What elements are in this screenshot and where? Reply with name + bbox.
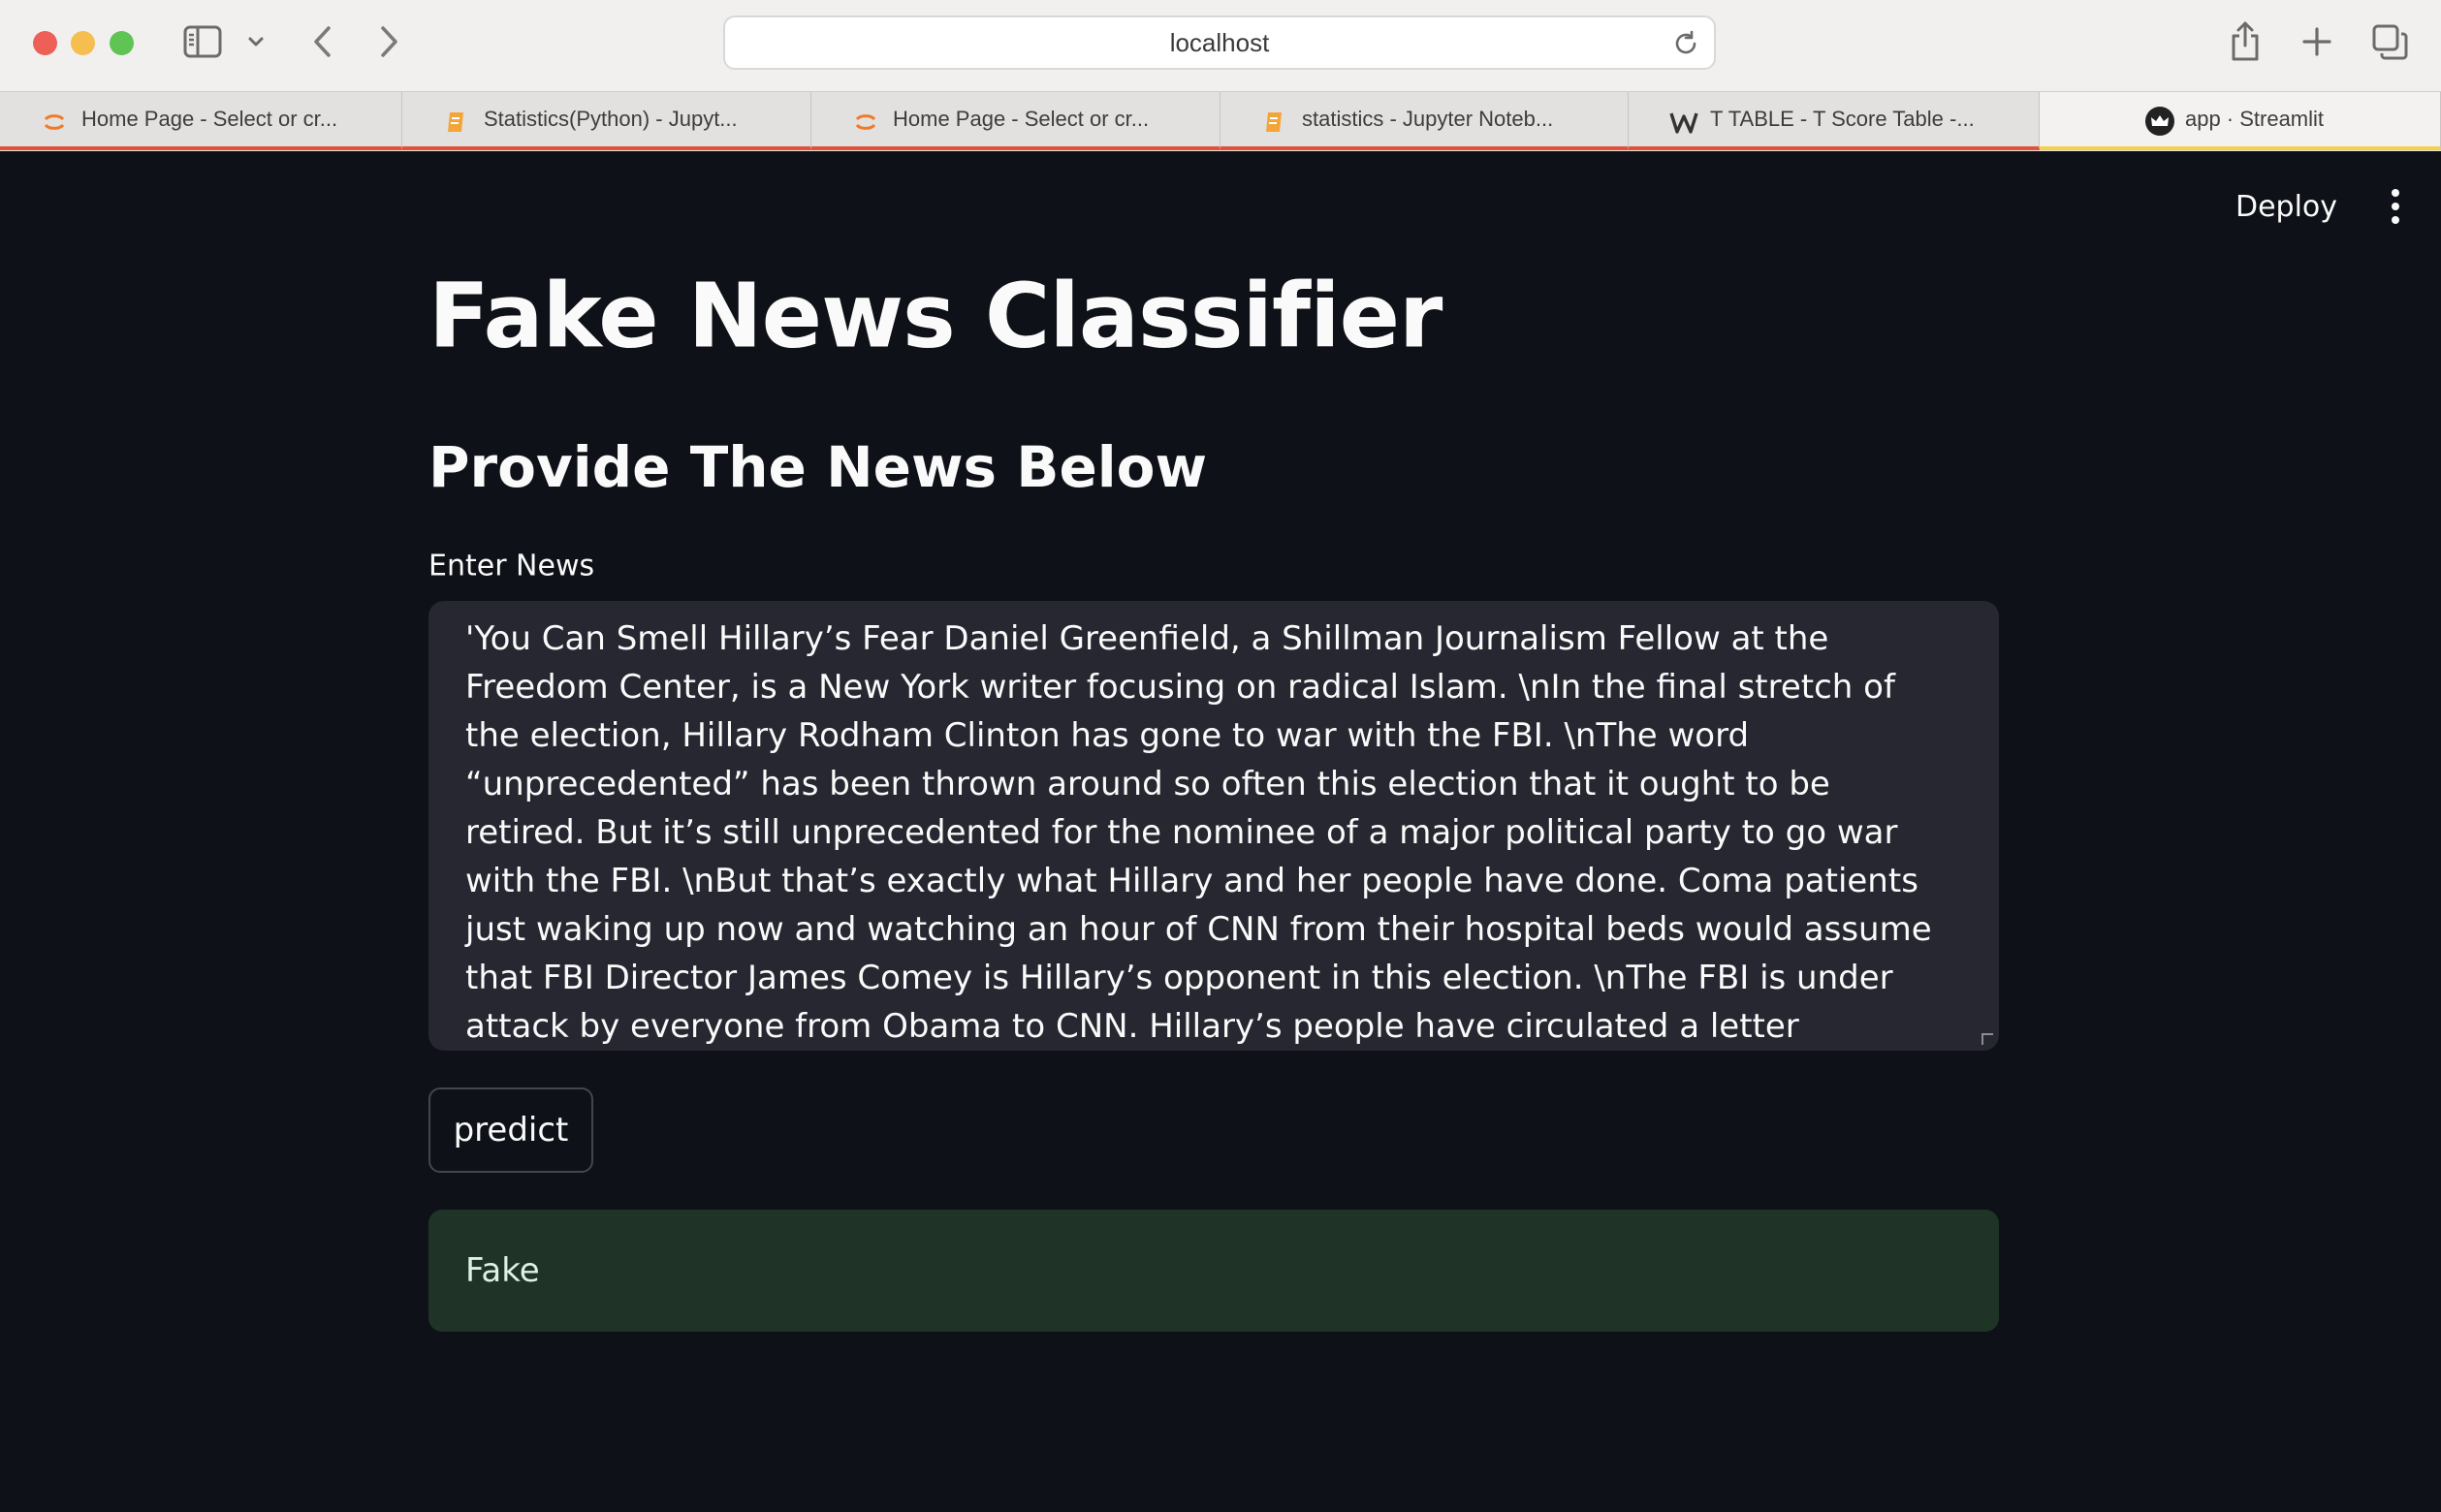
notebook-icon bbox=[1261, 109, 1288, 136]
reload-icon[interactable] bbox=[1671, 29, 1700, 58]
window-maximize-button[interactable] bbox=[110, 31, 134, 55]
streamlit-crown-icon bbox=[2144, 106, 2174, 136]
browser-toolbar: localhost bbox=[0, 0, 2441, 91]
tab-label: app · Streamlit bbox=[2184, 107, 2325, 131]
browser-tab-active[interactable]: app · Streamlit bbox=[2040, 92, 2441, 150]
new-tab-plus-icon[interactable] bbox=[2298, 21, 2336, 62]
url-text: localhost bbox=[1169, 27, 1270, 57]
prediction-result-text: Fake bbox=[465, 1251, 540, 1290]
w-logo-icon bbox=[1669, 109, 1698, 136]
address-bar[interactable]: localhost bbox=[723, 16, 1716, 70]
deploy-button[interactable]: Deploy bbox=[2220, 180, 2353, 233]
tab-overview-icon[interactable] bbox=[2369, 21, 2410, 62]
back-arrow-icon[interactable] bbox=[306, 21, 339, 62]
share-icon[interactable] bbox=[2226, 17, 2265, 64]
tab-label: Statistics(Python) - Jupyt... bbox=[484, 107, 738, 131]
chevron-down-icon[interactable] bbox=[244, 25, 268, 58]
jupyter-icon bbox=[41, 109, 68, 136]
prediction-result-alert: Fake bbox=[428, 1210, 1999, 1332]
predict-button[interactable]: predict bbox=[428, 1087, 593, 1173]
browser-tab[interactable]: T TABLE - T Score Table -... bbox=[1629, 92, 2040, 150]
browser-tab[interactable]: statistics - Jupyter Noteb... bbox=[1220, 92, 1629, 150]
jupyter-icon bbox=[852, 109, 879, 136]
more-options-icon[interactable] bbox=[2381, 180, 2410, 233]
sidebar-toggle-icon[interactable] bbox=[182, 23, 223, 60]
resize-handle-icon[interactable] bbox=[1981, 1033, 1993, 1045]
window-minimize-button[interactable] bbox=[71, 31, 95, 55]
news-textarea[interactable]: 'You Can Smell Hillary’s Fear Daniel Gre… bbox=[428, 601, 1999, 1051]
browser-tab[interactable]: Statistics(Python) - Jupyt... bbox=[402, 92, 811, 150]
subheader: Provide The News Below bbox=[428, 434, 1208, 500]
forward-arrow-icon[interactable] bbox=[372, 21, 405, 62]
browser-tab[interactable]: Home Page - Select or cr... bbox=[0, 92, 402, 150]
tab-bar: Home Page - Select or cr... Statistics(P… bbox=[0, 91, 2441, 151]
tab-label: Home Page - Select or cr... bbox=[893, 107, 1150, 131]
page-title: Fake News Classifier bbox=[428, 264, 1442, 368]
notebook-icon bbox=[443, 109, 470, 136]
tab-label: statistics - Jupyter Noteb... bbox=[1302, 107, 1554, 131]
window-close-button[interactable] bbox=[33, 31, 57, 55]
tab-label: Home Page - Select or cr... bbox=[81, 107, 338, 131]
news-input-label: Enter News bbox=[428, 549, 595, 583]
tab-label: T TABLE - T Score Table -... bbox=[1710, 107, 1975, 131]
browser-tab[interactable]: Home Page - Select or cr... bbox=[811, 92, 1220, 150]
